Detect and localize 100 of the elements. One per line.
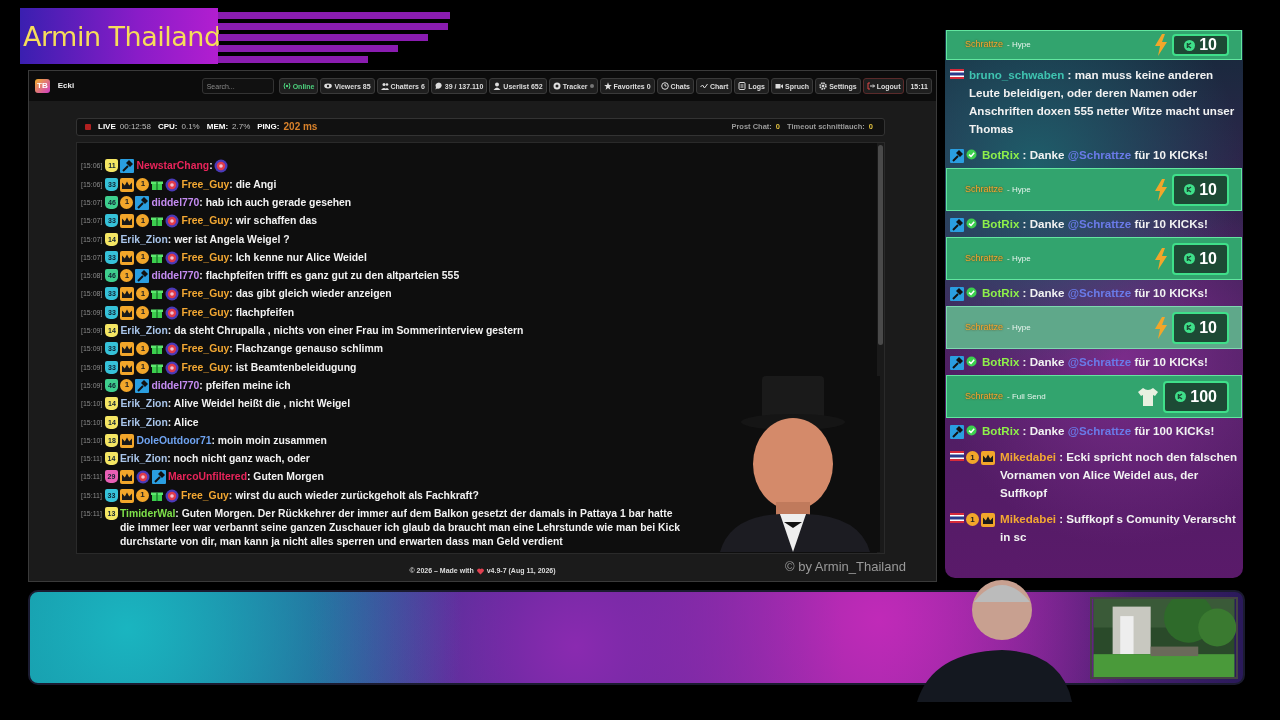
- chat-message: Free_Guy: Flachzange genauso schlimm: [181, 342, 384, 357]
- hammer-icon: [151, 470, 166, 485]
- chat-message: Mikedabei : Suffkopf s Comunity Verarscht in sc: [1000, 511, 1237, 545]
- emblem-icon: [165, 287, 180, 302]
- tip-user: Schrattze: [965, 251, 1004, 265]
- verified-icon: [966, 218, 977, 229]
- emblem-icon: [165, 305, 180, 320]
- flag-icon: [950, 451, 964, 461]
- chat-message: Erik_Zion: da steht Chrupalla , nichts von einer Frau im Sommerinterview gestern: [120, 324, 525, 339]
- emblem-icon: [164, 488, 179, 503]
- coin-badge: 1: [966, 513, 979, 526]
- logout-icon: [866, 82, 875, 90]
- kick-coin-icon: [1184, 253, 1196, 264]
- chat-message: Mikedabei : Ecki spricht noch den falschen Vornamen von Alice Weidel aus, der Suffkopf: [1000, 449, 1238, 501]
- chat-message: Erik_Zion: Alive Weidel heißt die , nicht Weigel: [120, 397, 352, 412]
- stat-label: PING:: [257, 121, 280, 133]
- chat-bubble-icon: [434, 82, 443, 90]
- heart-icon: [476, 567, 484, 575]
- chat-message: Erik_Zion: wer ist Angela Weigel ?: [120, 232, 291, 247]
- stat-label: MEM:: [206, 121, 229, 133]
- hammer-icon: [950, 356, 964, 370]
- signal-icon: [282, 82, 291, 90]
- hammer-icon: [950, 218, 964, 232]
- amount-value: 10: [1199, 179, 1217, 200]
- flag-icon: [950, 69, 964, 79]
- tip-user: Schrattze: [965, 182, 1004, 196]
- chat-message: Free_Guy: ist Beamtenbeleidugung: [181, 360, 358, 375]
- chat-message: Free_Guy: wirst du auch wieder zurückgeholt als Fachkraft?: [180, 488, 480, 503]
- crown-icon: [120, 305, 135, 320]
- crown-icon: [120, 360, 135, 375]
- user-icon: [493, 82, 502, 90]
- amount-value: 10: [1199, 248, 1217, 269]
- coin-badge: 1: [136, 214, 150, 228]
- chat-message: diddel770: pfeifen meine ich: [151, 378, 292, 393]
- document-icon: [738, 82, 747, 90]
- tip-label: - Full Send: [1007, 390, 1046, 403]
- amount-value: 10: [1199, 35, 1217, 55]
- tip-user: Schrattze: [965, 38, 1004, 52]
- crown-icon: [981, 451, 995, 465]
- star-icon: [603, 82, 612, 90]
- emblem-icon: [165, 214, 180, 229]
- tip-label: - Hype: [1007, 252, 1031, 265]
- crown-icon: [119, 470, 134, 485]
- line-chart-icon: [700, 82, 708, 90]
- stat-value: 0.1%: [181, 121, 200, 133]
- chat-message: BotRix : Danke @Schrattze für 10 KICKs!: [982, 147, 1209, 163]
- settings-icon: [819, 82, 828, 90]
- video-icon: [775, 82, 783, 90]
- eye-icon: [324, 82, 333, 90]
- crown-icon: [120, 177, 135, 192]
- tip-label: - Hype: [1007, 321, 1031, 334]
- kick-coin-icon: [1175, 391, 1187, 402]
- watermark-text: © by Armin_Thailand: [785, 558, 906, 576]
- app-title: Ecki: [57, 80, 75, 92]
- chat-message: Free_Guy: flachpfeifen: [181, 305, 296, 320]
- crown-icon: [120, 214, 135, 229]
- chat-message: DoleOutdoor71: moin moin zusammen: [136, 433, 328, 448]
- chat-message: bruno_schwaben : man muss keine anderen Leute beleidigen, oder deren Namen oder Anschriften doxen 555 netter Witze macht unser Thomas: [969, 67, 1236, 137]
- coin-badge: 1: [966, 451, 979, 464]
- chat-message: Erik_Zion: noch nicht ganz wach, oder: [119, 452, 311, 467]
- tip-label: - Hype: [1007, 39, 1031, 51]
- coin-badge: 1: [135, 488, 149, 502]
- live-label: LIVE: [98, 121, 116, 133]
- chat-message: BotRix : Danke @Schrattze für 10 KICKs!: [982, 216, 1209, 232]
- verified-icon: [966, 425, 977, 436]
- chat-message: MarcoUnfiltered: Guten Morgen: [167, 470, 325, 485]
- amount-value: 10: [1199, 317, 1217, 338]
- flag-icon: [950, 513, 964, 523]
- crown-icon: [119, 488, 134, 503]
- chat-message: diddel770: flachpfeifen trifft es ganz gut zu den altparteien 555: [151, 269, 461, 284]
- hammer-icon: [950, 287, 964, 301]
- tip-label: - Hype: [1007, 183, 1031, 196]
- coin-badge: 1: [136, 342, 150, 356]
- coin-badge: 1: [136, 177, 150, 191]
- coin-badge: 1: [120, 378, 134, 392]
- hammer-icon: [950, 425, 964, 439]
- crown-icon: [120, 433, 135, 448]
- emblem-icon: [165, 177, 180, 192]
- hammer-icon: [120, 159, 135, 174]
- chat-message: diddel770: hab ich auch gerade gesehen: [151, 195, 353, 210]
- chat-message: Free_Guy: Ich kenne nur Alice Weidel: [181, 250, 368, 265]
- chat-message: NewstarChang:: [136, 159, 213, 174]
- target-icon: [552, 82, 561, 90]
- amount-value: 100: [1190, 386, 1217, 407]
- kick-coin-icon: [1184, 322, 1196, 333]
- hammer-icon: [950, 149, 964, 163]
- chat-message: BotRix : Danke @Schrattze für 10 KICKs!: [982, 354, 1209, 370]
- tip-user: Schrattze: [965, 320, 1004, 334]
- people-icon: [380, 82, 389, 90]
- coin-badge: 1: [120, 269, 134, 283]
- emblem-icon: [165, 250, 180, 265]
- coin-badge: 1: [136, 287, 150, 301]
- crown-icon: [120, 342, 135, 357]
- app-logo: TB: [35, 79, 50, 93]
- verified-icon: [966, 356, 977, 367]
- uptime-value: 00:12:58: [119, 121, 151, 133]
- chat-message: BotRix : Danke @Schrattze für 100 KICKs!: [982, 423, 1216, 439]
- hammer-icon: [135, 195, 150, 210]
- chat-message: Free_Guy: die Angi: [181, 177, 278, 192]
- chat-message: BotRix : Danke @Schrattze für 10 KICKs!: [982, 285, 1209, 301]
